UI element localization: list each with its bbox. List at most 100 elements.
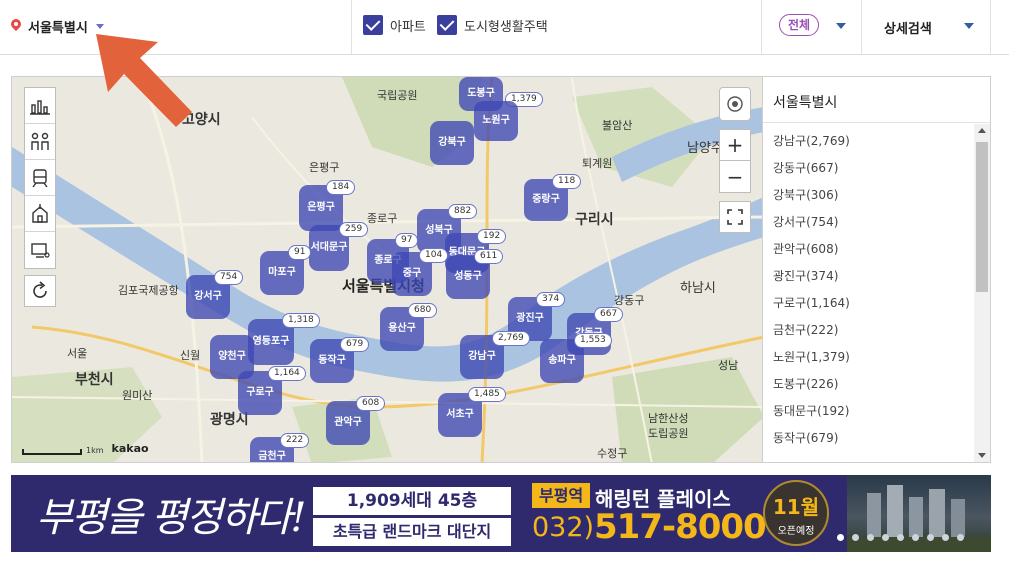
pointer-arrow-icon [96, 34, 192, 127]
divider [861, 0, 862, 55]
tv-tool-button[interactable] [25, 232, 55, 268]
list-item[interactable]: 강남구(2,769) [763, 129, 973, 156]
scroll-up-icon[interactable] [978, 128, 986, 133]
checkbox-urban-housing[interactable]: 도시형생활주택 [437, 15, 548, 35]
location-pin-icon [10, 19, 22, 35]
list-item[interactable]: 노원구(1,379) [763, 345, 973, 372]
slide-dot[interactable] [882, 534, 889, 541]
slide-dot[interactable] [852, 534, 859, 541]
zoom-out-button[interactable]: − [719, 161, 751, 193]
people-tool-button[interactable] [25, 124, 55, 160]
checkbox-checked-icon[interactable] [363, 15, 383, 35]
district-list: 강남구(2,769) 강동구(667) 강북구(306) 강서구(754) 관악… [763, 129, 973, 453]
slide-dot[interactable] [912, 534, 919, 541]
banner-phone-prefix: 032) [532, 512, 595, 543]
scale-bar [22, 449, 82, 455]
map-label: 원미산 [122, 389, 153, 402]
district-count: 184 [326, 180, 356, 195]
district-count: 97 [395, 233, 419, 248]
ad-banner[interactable]: 부평을 평정하다! 1,909세대 45층 초특급 랜드마크 대단지 부평역 해… [11, 475, 991, 552]
banner-open-label: 오픈예정 [777, 526, 815, 537]
district-marker-nowon[interactable]: 노원구 [474, 101, 518, 141]
location-label: 서울특별시 [28, 21, 88, 36]
scrollbar-thumb[interactable] [976, 142, 988, 292]
map-label: 신월 [180, 349, 201, 362]
location-target-icon [727, 96, 743, 112]
chart-tool-button[interactable] [25, 88, 55, 124]
slide-dot[interactable] [942, 534, 949, 541]
list-item[interactable]: 광진구(374) [763, 264, 973, 291]
map-label: 불암산 [602, 119, 633, 132]
district-count: 1,164 [268, 366, 306, 381]
fullscreen-button[interactable] [719, 201, 751, 233]
map-label: 강동구 [614, 294, 645, 307]
train-icon [32, 168, 48, 187]
list-item[interactable]: 강서구(754) [763, 210, 973, 237]
list-item[interactable]: 강북구(306) [763, 183, 973, 210]
filter-all-pill[interactable]: 전체 [779, 14, 820, 36]
district-count: 222 [280, 433, 310, 448]
people-icon [31, 132, 49, 150]
map-label: 도립공원 [648, 427, 689, 440]
district-count: 679 [340, 337, 370, 352]
district-count: 667 [594, 307, 624, 322]
district-count: 192 [477, 229, 507, 244]
district-marker-gangbuk[interactable]: 강북구 [430, 121, 474, 165]
list-item[interactable]: 강동구(667) [763, 156, 973, 183]
chevron-down-icon [95, 24, 104, 29]
divider [351, 0, 352, 55]
my-location-button[interactable] [719, 87, 751, 121]
district-count: 118 [552, 174, 582, 189]
map-label: 하남시 [680, 281, 716, 296]
list-item[interactable]: 관악구(608) [763, 237, 973, 264]
filter-dropdown-icon[interactable] [836, 23, 846, 29]
slide-dot[interactable] [867, 534, 874, 541]
detail-search-dropdown-icon[interactable] [964, 23, 974, 29]
list-item[interactable]: 구로구(1,164) [763, 291, 973, 318]
zoom-in-button[interactable]: + [719, 129, 751, 161]
map-view[interactable]: 국립공원 불암산 남양주 퇴계원 은평구 종로구 구리시 서울특별시청 강동구 … [11, 76, 763, 463]
transit-tool-button[interactable] [25, 160, 55, 196]
map-tools [24, 87, 56, 269]
list-item[interactable]: 도봉구(226) [763, 372, 973, 399]
panel-title: 서울특별시 [763, 77, 990, 123]
slide-indicators [837, 534, 964, 541]
district-count: 608 [356, 396, 386, 411]
list-item[interactable]: 동작구(679) [763, 426, 973, 453]
district-count: 2,769 [492, 331, 530, 346]
district-count: 611 [474, 249, 504, 264]
map-label: 남한산성 [648, 412, 689, 425]
location-selector[interactable]: 서울특별시 [10, 17, 104, 36]
checkbox-apartment[interactable]: 아파트 [363, 15, 426, 35]
slide-dot[interactable] [897, 534, 904, 541]
slide-dot[interactable] [927, 534, 934, 541]
map-label: 종로구 [367, 212, 398, 225]
school-tool-button[interactable] [25, 196, 55, 232]
slide-dot[interactable] [837, 534, 844, 541]
bar-chart-icon [30, 99, 50, 115]
checkbox-checked-icon[interactable] [437, 15, 457, 35]
banner-slogan: 부평을 평정하다! [36, 495, 306, 541]
banner-opening-badge: 11월 오픈예정 [763, 480, 829, 546]
district-count: 754 [214, 270, 244, 285]
plus-icon: + [726, 133, 744, 157]
list-item[interactable]: 금천구(222) [763, 318, 973, 345]
banner-phone: 517-8000 [594, 507, 767, 547]
refresh-button[interactable] [24, 275, 56, 307]
district-count: 104 [419, 248, 449, 263]
map-label: 퇴계원 [582, 157, 613, 170]
map-label: 김포국제공항 [118, 284, 179, 297]
map-label: 구리시 [575, 212, 614, 228]
district-count: 1,318 [282, 313, 320, 328]
detail-search-button[interactable]: 상세검색 [884, 18, 932, 37]
district-list-panel: 서울특별시 강남구(2,769) 강동구(667) 강북구(306) 강서구(7… [762, 76, 991, 463]
banner-station-tag: 부평역 [532, 483, 591, 508]
school-icon [32, 203, 48, 223]
list-item[interactable]: 동대문구(192) [763, 399, 973, 426]
minus-icon: − [726, 164, 744, 189]
kakao-logo: kakao [111, 442, 149, 455]
scroll-down-icon[interactable] [978, 453, 986, 458]
slide-dot[interactable] [957, 534, 964, 541]
list-scrollbar[interactable] [974, 124, 990, 462]
map-label: 은평구 [309, 161, 340, 174]
